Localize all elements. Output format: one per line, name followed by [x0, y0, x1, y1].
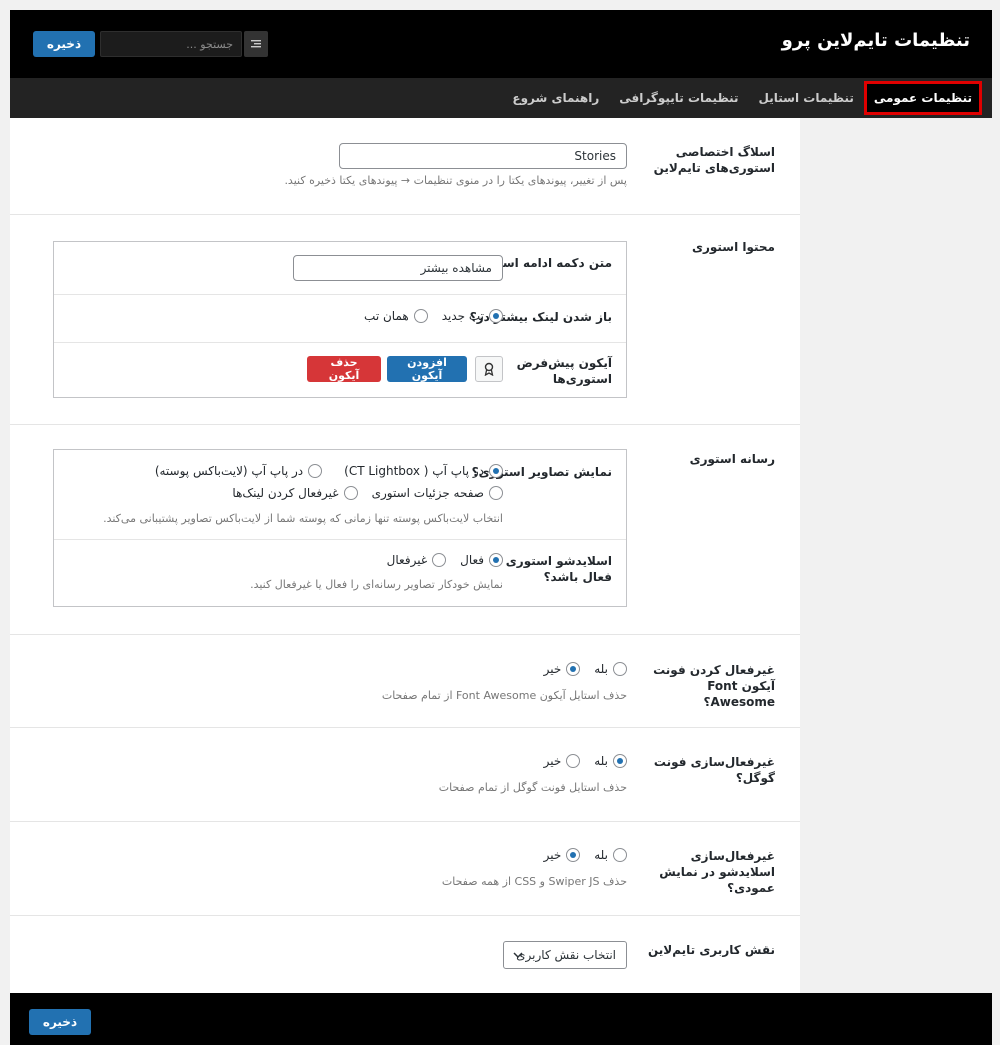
default-icon-label: آیکون پیش‌فرض استوری‌ها: [516, 356, 612, 387]
settings-panel: اسلاگ اختصاصی استوری‌های تایم‌لاین پس از…: [10, 118, 800, 993]
footer-bar: ذخیره: [10, 993, 992, 1045]
award-icon: [484, 362, 494, 376]
link-target-option-new-tab[interactable]: تب جدید: [442, 309, 503, 323]
radio-unchecked-icon[interactable]: [432, 553, 447, 567]
images-option-detail-page[interactable]: صفحه جزئیات استوری: [372, 486, 503, 500]
vertical-slideshow-row: غیرفعال‌سازی اسلایدشو در نمایش عمودی؟ بل…: [10, 822, 800, 916]
read-more-input[interactable]: [293, 255, 503, 281]
google-font-description: حذف استایل فونت گوگل از تمام صفحات: [438, 781, 627, 794]
header-bar: تنظیمات تایم‌لاین پرو ذخیره: [10, 10, 992, 78]
slug-label: اسلاگ اختصاصی استوری‌های تایم‌لاین: [653, 145, 775, 176]
slug-description: پس از تغییر، پیوندهای یکتا را در منوی تن…: [284, 174, 627, 187]
story-content-row: محتوا استوری متن دکمه ادامه استوری باز ش…: [10, 215, 800, 425]
story-content-label: محتوا استوری: [691, 240, 775, 254]
footer-save-button[interactable]: ذخیره: [29, 1009, 91, 1035]
radio-unchecked-icon[interactable]: [413, 309, 428, 323]
radio-unchecked-icon[interactable]: [489, 486, 503, 500]
chevron-down-icon: [513, 952, 523, 959]
tab-typography[interactable]: تنظیمات تایپوگرافی: [609, 78, 748, 118]
google-font-option-yes[interactable]: بله: [594, 754, 627, 768]
images-option-theme-lightbox[interactable]: در پاپ آپ (لایت‌باکس پوسته): [155, 464, 323, 478]
font-awesome-row: غیرفعال کردن فونت آیکون Font Awesome؟ بل…: [10, 635, 800, 728]
images-display-row: نمایش تصاویر استوری؟ در پاپ آپ ( CT Ligh…: [54, 450, 626, 540]
google-font-option-no[interactable]: خیر: [544, 754, 581, 768]
add-icon-button[interactable]: افزودن آیکون: [387, 356, 467, 382]
link-target-options: تب جدید همان تب: [364, 309, 503, 323]
images-display-description: انتخاب لایت‌باکس پوسته تنها زمانی که پوس…: [103, 512, 503, 525]
radio-checked-icon[interactable]: [489, 464, 503, 478]
header-save-button[interactable]: ذخیره: [33, 31, 95, 57]
link-target-option-same-tab[interactable]: همان تب: [364, 309, 428, 323]
font-awesome-option-yes[interactable]: بله: [594, 662, 627, 676]
vertical-slideshow-description: حذف Swiper JS و CSS از همه صفحات: [441, 875, 627, 888]
read-more-row: متن دکمه ادامه استوری: [54, 242, 626, 295]
vertical-slideshow-option-yes[interactable]: بله: [594, 848, 627, 862]
default-icon-row: آیکون پیش‌فرض استوری‌ها افزودن آیکون حذف…: [54, 343, 626, 399]
vertical-slideshow-option-no[interactable]: خیر: [544, 848, 581, 862]
vertical-slideshow-label: غیرفعال‌سازی اسلایدشو در نمایش عمودی؟: [659, 849, 775, 896]
tab-style[interactable]: تنظیمات استایل: [749, 78, 864, 118]
story-media-row: رسانه استوری نمایش تصاویر استوری؟ در پاپ…: [10, 425, 800, 635]
radio-unchecked-icon[interactable]: [613, 662, 627, 676]
google-font-label: غیرفعال‌سازی فونت گوگل؟: [653, 755, 775, 786]
link-target-row: باز شدن لینک بیشتر در؟ تب جدید همان تب: [54, 295, 626, 343]
slideshow-option-disabled[interactable]: غیرفعال: [387, 553, 447, 567]
tab-getting-started[interactable]: راهنمای شروع: [502, 78, 609, 118]
google-font-options: بله خیر: [544, 754, 627, 768]
story-media-label: رسانه استوری: [689, 452, 775, 466]
radio-checked-icon[interactable]: [613, 754, 627, 768]
user-role-label: نقش کاربری تایم‌لاین: [648, 943, 775, 957]
radio-unchecked-icon[interactable]: [566, 754, 581, 768]
tab-general[interactable]: تنظیمات عمومی: [863, 81, 982, 115]
vertical-slideshow-options: بله خیر: [544, 848, 627, 862]
slideshow-option-enabled[interactable]: فعال: [460, 553, 503, 567]
images-option-ct-lightbox[interactable]: در پاپ آپ ( CT Lightbox): [344, 464, 503, 478]
user-role-row: نقش کاربری تایم‌لاین انتخاب نقش کاربری: [10, 916, 800, 993]
story-content-box: متن دکمه ادامه استوری باز شدن لینک بیشتر…: [53, 241, 627, 398]
radio-unchecked-icon[interactable]: [343, 486, 358, 500]
font-awesome-description: حذف استایل آیکون Font Awesome از تمام صف…: [381, 689, 627, 702]
images-option-disable-links[interactable]: غیرفعال کردن لینک‌ها: [232, 486, 358, 500]
slideshow-row: اسلایدشو استوری فعال باشد؟ فعال غیرفعال …: [54, 540, 626, 608]
radio-checked-icon[interactable]: [566, 848, 581, 862]
radio-checked-icon[interactable]: [489, 309, 503, 323]
search-toggle-button[interactable]: [244, 31, 268, 57]
google-font-row: غیرفعال‌سازی فونت گوگل؟ بله خیر حذف استا…: [10, 728, 800, 822]
settings-tabs: تنظیمات عمومی تنظیمات استایل تنظیمات تای…: [10, 78, 992, 118]
slideshow-description: نمایش خودکار تصاویر رسانه‌ای را فعال یا …: [250, 578, 503, 591]
story-media-box: نمایش تصاویر استوری؟ در پاپ آپ ( CT Ligh…: [53, 449, 627, 607]
slug-row: اسلاگ اختصاصی استوری‌های تایم‌لاین پس از…: [10, 118, 800, 215]
radio-unchecked-icon[interactable]: [613, 848, 627, 862]
page-title: تنظیمات تایم‌لاین پرو: [781, 30, 970, 51]
list-icon: [251, 40, 261, 48]
radio-checked-icon[interactable]: [489, 553, 503, 567]
font-awesome-label: غیرفعال کردن فونت آیکون Font Awesome؟: [653, 663, 775, 710]
slug-input[interactable]: [339, 143, 627, 169]
font-awesome-option-no[interactable]: خیر: [544, 662, 581, 676]
settings-app: تنظیمات تایم‌لاین پرو ذخیره تنظیمات عموم…: [10, 10, 992, 1045]
remove-icon-button[interactable]: حذف آیکون: [307, 356, 381, 382]
search-input[interactable]: [100, 31, 242, 57]
slideshow-label: اسلایدشو استوری فعال باشد؟: [505, 554, 612, 585]
slideshow-options: فعال غیرفعال: [387, 553, 503, 567]
images-display-options: در پاپ آپ ( CT Lightbox) در پاپ آپ (لایت…: [155, 464, 503, 500]
icon-preview: [475, 356, 503, 382]
font-awesome-options: بله خیر: [544, 662, 627, 676]
radio-checked-icon[interactable]: [566, 662, 581, 676]
radio-unchecked-icon[interactable]: [308, 464, 323, 478]
